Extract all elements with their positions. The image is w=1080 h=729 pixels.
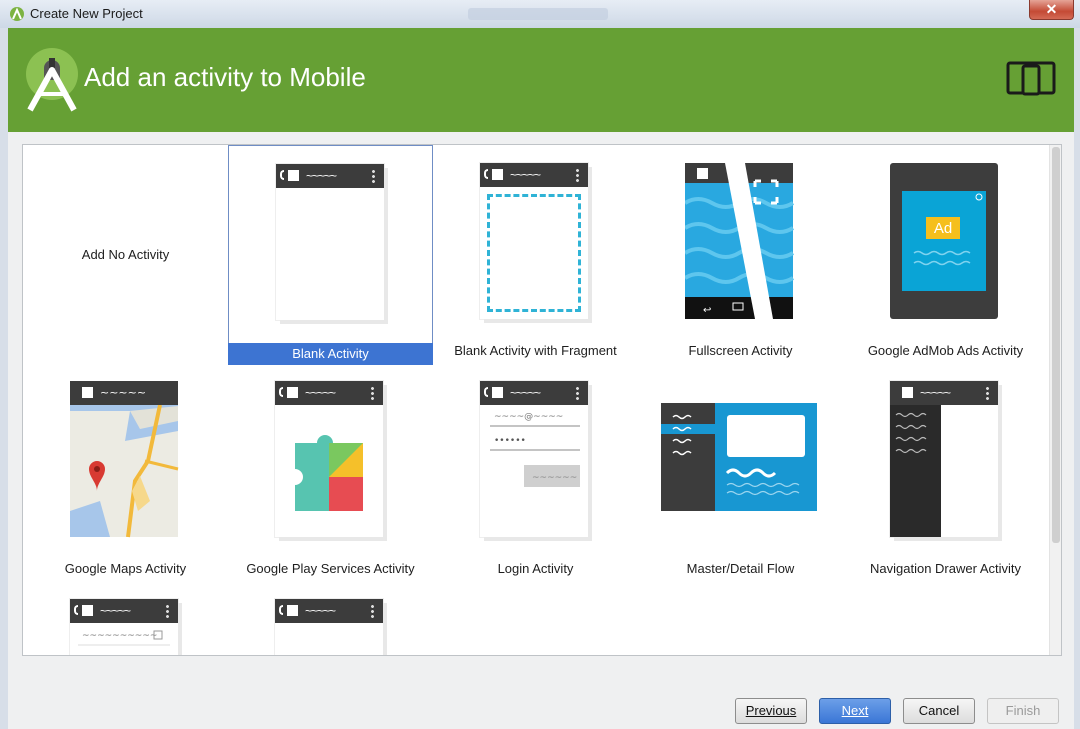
dialog-body: Add an activity to Mobile Add No Activit… [8, 28, 1074, 729]
tile-label: Fullscreen Activity [688, 343, 793, 358]
login-preview: ~~~~~ ~~~~@~~~~ •••••• ~~~~~~ [480, 381, 588, 537]
tile-label: Master/Detail Flow [686, 561, 795, 576]
tile-fullscreen-activity[interactable]: ↩ Fullscreen Activity [638, 145, 843, 361]
android-studio-logo [26, 48, 78, 112]
tile-label: Navigation Drawer Activity [870, 561, 1021, 576]
maps-preview: ~~~~~ [70, 381, 179, 538]
previous-button[interactable]: Previous [735, 698, 807, 724]
fullscreen-preview: ↩ [685, 163, 795, 319]
svg-text:~~~~~: ~~~~~ [100, 386, 146, 399]
tile-admob-activity[interactable]: Ad Google AdMob Ads Activity [843, 145, 1048, 361]
tile-label: Login Activity [497, 561, 574, 576]
tile-blank-activity-fragment[interactable]: ~~~~~ Blank Activity with Fragment [433, 145, 638, 361]
admob-preview: Ad [890, 163, 998, 319]
drawer-panel [890, 405, 941, 537]
tile-tabbed-activity[interactable]: ~~~~~ [228, 581, 433, 655]
header-banner: Add an activity to Mobile [8, 28, 1074, 132]
tile-label: Blank Activity [228, 343, 433, 365]
cancel-button[interactable]: Cancel [903, 698, 975, 724]
nav-drawer-preview: ~~~~~ [890, 381, 998, 537]
page-title: Add an activity to Mobile [84, 62, 366, 92]
login-form-sketch: ~~~~@~~~~ •••••• ~~~~~~ [490, 412, 580, 487]
tile-label: Google AdMob Ads Activity [867, 343, 1024, 358]
tile-add-no-activity[interactable]: Add No Activity [23, 145, 228, 361]
tile-label: Add No Activity [81, 247, 170, 262]
activity-gallery: Add No Activity ~~~~~ Blank Activity ~~~… [22, 144, 1062, 656]
blank-activity-preview: ~~~~~ [276, 164, 384, 320]
tile-master-detail-flow[interactable]: Master/Detail Flow [638, 363, 843, 579]
master-detail-preview [661, 403, 817, 511]
title-bar: Create New Project ✕ [0, 0, 1080, 28]
play-puzzle-icon [295, 435, 363, 511]
svg-text:~~~~~~: ~~~~~~ [532, 473, 577, 483]
android-studio-icon [10, 7, 24, 21]
tile-settings-activity[interactable]: ~~~~~ ~~~~~~~~~~ [23, 581, 228, 655]
previous-label: Previous [745, 703, 797, 718]
tile-label: Blank Activity with Fragment [454, 343, 617, 358]
close-button[interactable]: ✕ [1029, 0, 1074, 20]
svg-text:~~~~@~~~~: ~~~~@~~~~ [494, 412, 563, 422]
svg-text:••••••: •••••• [494, 436, 526, 446]
play-services-preview: ~~~~~ [275, 381, 383, 537]
tile-blank-activity[interactable]: ~~~~~ Blank Activity [228, 145, 433, 365]
tile-label: Google Play Services Activity [246, 561, 415, 576]
gallery-scrollbar[interactable] [1049, 145, 1061, 655]
svg-text:↩: ↩ [703, 305, 711, 316]
settings-preview: ~~~~~ ~~~~~~~~~~ [70, 599, 178, 655]
title-blur [468, 8, 608, 20]
fragment-preview: ~~~~~ [480, 163, 588, 319]
ad-badge: Ad [934, 220, 952, 237]
phone-tablet-icon [1006, 61, 1056, 96]
next-label: Next [841, 703, 869, 718]
tile-google-maps-activity[interactable]: ~~~~~ Google Maps Activity [23, 363, 228, 579]
tile-play-services-activity[interactable]: ~~~~~ Google Play Services Activity [228, 363, 433, 579]
scrollbar-thumb[interactable] [1052, 147, 1060, 543]
tile-label: Google Maps Activity [64, 561, 187, 576]
tabbed-preview: ~~~~~ [275, 599, 383, 655]
next-button[interactable]: Next [819, 698, 891, 724]
finish-button[interactable]: Finish [987, 698, 1059, 724]
fragment-box [487, 194, 581, 312]
tile-navigation-drawer-activity[interactable]: ~~~~~ Navigation Drawer Activity [843, 363, 1048, 579]
window-title: Create New Project [30, 6, 143, 21]
tile-login-activity[interactable]: ~~~~~ ~~~~@~~~~ •••••• ~~~~~~ Login Acti… [433, 363, 638, 579]
svg-text:~~~~~~~~~~: ~~~~~~~~~~ [82, 631, 157, 641]
dialog-window: Create New Project ✕ Add an activity to … [0, 0, 1080, 729]
